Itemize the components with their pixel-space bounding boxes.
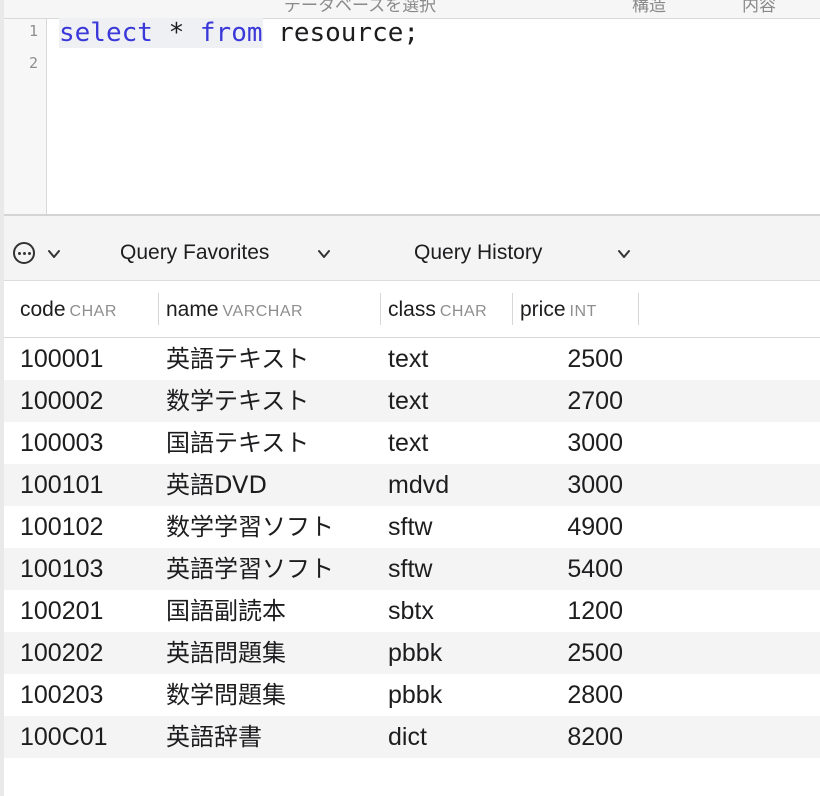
cell-price[interactable]: 2500: [503, 632, 623, 674]
cell-class[interactable]: text: [388, 380, 428, 422]
top-tab-strip: データベースを選択 構造 内容: [4, 0, 820, 19]
table-row[interactable]: 100203 数学問題集 pbbk 2800: [4, 674, 820, 716]
tab-content[interactable]: 内容: [742, 0, 776, 16]
cell-name[interactable]: 国語副読本: [166, 590, 286, 632]
column-header-class[interactable]: class CHAR: [388, 281, 487, 337]
column-resize-handle[interactable]: [158, 293, 159, 325]
line-number: 2: [28, 54, 38, 72]
cell-price[interactable]: 3000: [503, 464, 623, 506]
cell-code[interactable]: 100203: [20, 674, 103, 716]
cell-price[interactable]: 2700: [503, 380, 623, 422]
cell-class[interactable]: sbtx: [388, 590, 434, 632]
code-line-1[interactable]: select * from resource;: [59, 18, 420, 48]
cell-code[interactable]: 100202: [20, 632, 103, 674]
cell-code[interactable]: 100102: [20, 506, 103, 548]
table-row[interactable]: 100001 英語テキスト text 2500: [4, 338, 820, 380]
cell-code[interactable]: 100C01: [20, 716, 108, 758]
table-row[interactable]: 100101 英語DVD mdvd 3000: [4, 464, 820, 506]
table-row[interactable]: 100202 英語問題集 pbbk 2500: [4, 632, 820, 674]
cell-class[interactable]: dict: [388, 716, 427, 758]
cell-class[interactable]: sftw: [388, 506, 432, 548]
column-header-price[interactable]: price INT: [520, 281, 597, 337]
cell-price[interactable]: 2500: [503, 338, 623, 380]
column-resize-handle[interactable]: [380, 293, 381, 325]
cell-name[interactable]: 英語DVD: [166, 464, 267, 506]
cell-name[interactable]: 英語テキスト: [166, 338, 309, 380]
query-favorites-button[interactable]: Query Favorites: [120, 241, 269, 265]
chevron-down-icon[interactable]: [317, 247, 331, 261]
results-table: code CHAR name VARCHAR class CHAR price INT …: [4, 281, 820, 796]
table-row[interactable]: 100102 数学学習ソフト sftw 4900: [4, 506, 820, 548]
cell-code[interactable]: 100101: [20, 464, 103, 506]
cell-code[interactable]: 100002: [20, 380, 103, 422]
column-header-row: code CHAR name VARCHAR class CHAR price INT: [4, 281, 820, 338]
ellipsis-circle-icon[interactable]: [13, 242, 35, 264]
cell-name[interactable]: 数学学習ソフト: [166, 506, 334, 548]
cell-class[interactable]: mdvd: [388, 464, 449, 506]
tab-select-database[interactable]: データベースを選択: [284, 0, 436, 16]
chevron-down-icon[interactable]: [47, 247, 61, 261]
cell-class[interactable]: sftw: [388, 548, 432, 590]
column-resize-handle[interactable]: [638, 293, 639, 325]
cell-name[interactable]: 国語テキスト: [166, 422, 309, 464]
cell-class[interactable]: text: [388, 422, 428, 464]
query-toolbar: Query Favorites Query History: [4, 216, 820, 281]
line-number-gutter: 1 2: [4, 19, 47, 214]
cell-code[interactable]: 100001: [20, 338, 103, 380]
chevron-down-icon[interactable]: [617, 247, 631, 261]
keyword-select: select: [59, 18, 153, 48]
cell-price[interactable]: 8200: [503, 716, 623, 758]
cell-code[interactable]: 100103: [20, 548, 103, 590]
cell-name[interactable]: 数学テキスト: [166, 380, 309, 422]
cell-name[interactable]: 英語問題集: [166, 632, 286, 674]
cell-code[interactable]: 100201: [20, 590, 103, 632]
table-row[interactable]: 100002 数学テキスト text 2700: [4, 380, 820, 422]
table-row[interactable]: 100C01 英語辞書 dict 8200: [4, 716, 820, 758]
cell-class[interactable]: text: [388, 338, 428, 380]
column-header-code[interactable]: code CHAR: [20, 281, 117, 337]
keyword-from: from: [199, 18, 263, 48]
cell-code[interactable]: 100003: [20, 422, 103, 464]
cell-name[interactable]: 数学問題集: [166, 674, 286, 716]
line-number: 1: [28, 22, 38, 40]
cell-price[interactable]: 1200: [503, 590, 623, 632]
column-resize-handle[interactable]: [512, 293, 513, 325]
cell-price[interactable]: 2800: [503, 674, 623, 716]
column-header-name[interactable]: name VARCHAR: [166, 281, 303, 337]
table-row[interactable]: 100103 英語学習ソフト sftw 5400: [4, 548, 820, 590]
cell-name[interactable]: 英語学習ソフト: [166, 548, 334, 590]
tab-structure[interactable]: 構造: [632, 0, 666, 16]
cell-class[interactable]: pbbk: [388, 674, 442, 716]
query-history-button[interactable]: Query History: [414, 241, 542, 265]
table-row[interactable]: 100003 国語テキスト text 3000: [4, 422, 820, 464]
table-row[interactable]: 100201 国語副読本 sbtx 1200: [4, 590, 820, 632]
sql-editor[interactable]: 1 2 select * from resource;: [4, 18, 820, 214]
cell-price[interactable]: 5400: [503, 548, 623, 590]
cell-class[interactable]: pbbk: [388, 632, 442, 674]
star-operator: *: [152, 18, 200, 48]
cell-price[interactable]: 3000: [503, 422, 623, 464]
cell-name[interactable]: 英語辞書: [166, 716, 262, 758]
table-identifier: resource;: [262, 18, 420, 48]
cell-price[interactable]: 4900: [503, 506, 623, 548]
